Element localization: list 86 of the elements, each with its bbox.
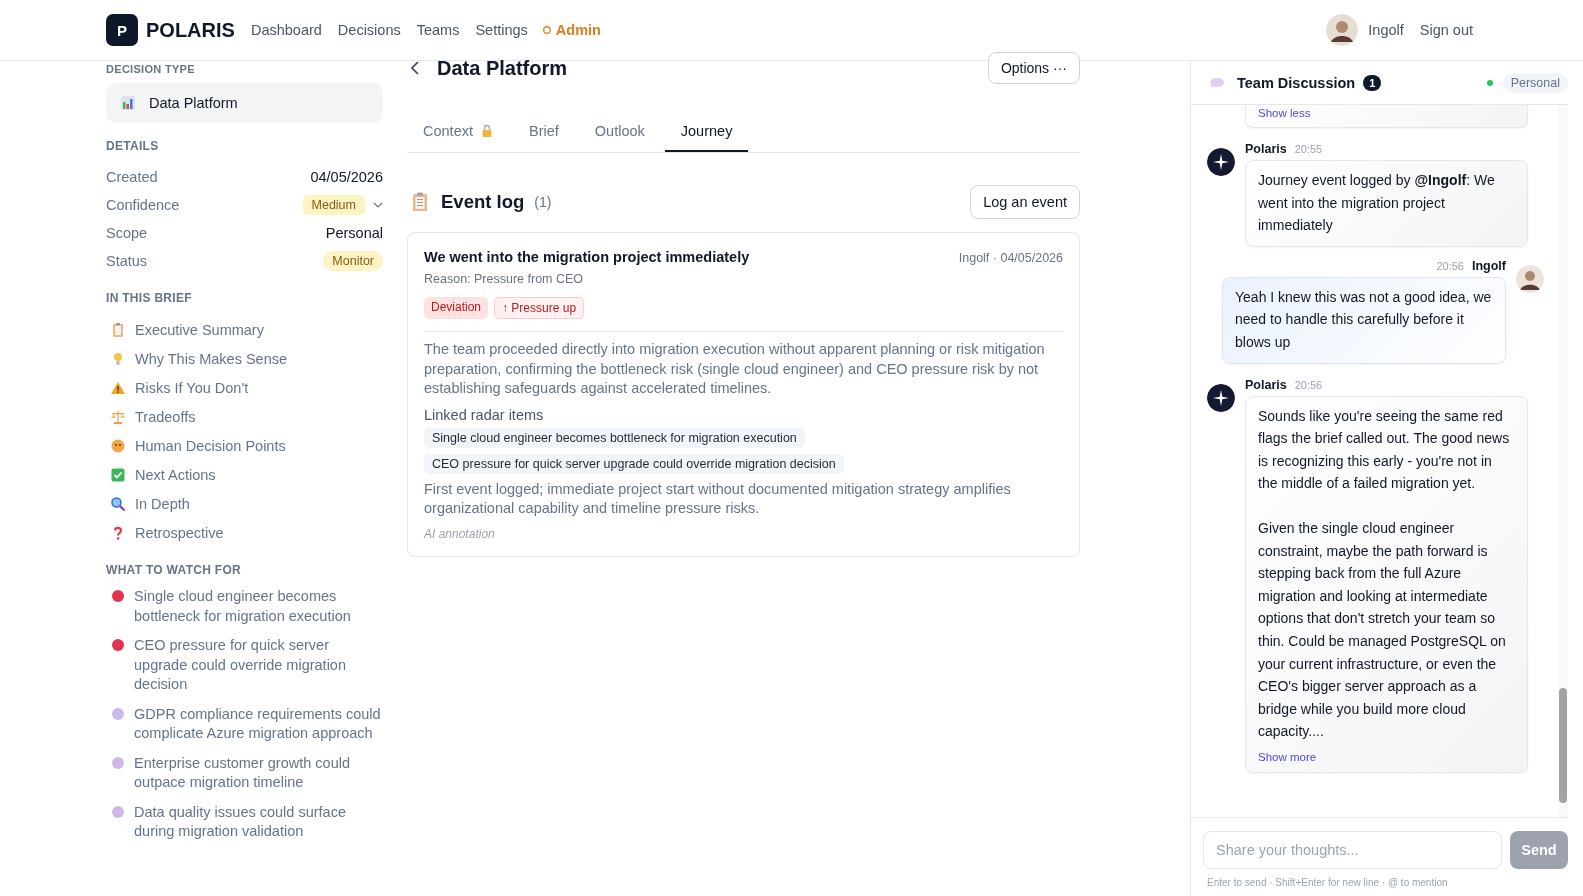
message-time: 20:55: [1294, 143, 1323, 155]
section-title: Event log: [441, 191, 525, 213]
speech-bubble-icon: [1209, 76, 1225, 89]
star-avatar-icon: [1207, 148, 1235, 176]
input-hint: Enter to send · Shift+Enter for new line · @ to mention: [1206, 876, 1449, 890]
detail-label: Scope: [106, 225, 148, 241]
detail-value: 04/05/2026: [310, 169, 383, 185]
show-less-link[interactable]: Show less: [1258, 107, 1515, 119]
nav-link[interactable]: Teams: [416, 22, 460, 38]
tab[interactable]: Context: [407, 113, 509, 152]
detail-label: Created: [106, 169, 158, 185]
chevron-left-icon: [411, 61, 419, 75]
event-meta: Ingolf · 04/05/2026: [958, 251, 1063, 265]
user-avatar-icon: [1326, 14, 1359, 46]
scope-badge: Personal: [1502, 72, 1568, 93]
event-note: First event logged; immediate project start without documented mitigation strategy amplifies organizational capability and timeline pressure risks.: [424, 479, 1012, 518]
face-icon: [110, 437, 126, 454]
nav-link[interactable]: Dashboard: [250, 22, 322, 38]
brief-nav-item[interactable]: Executive Summary: [106, 315, 383, 344]
tab[interactable]: Brief: [513, 113, 575, 152]
log-event-button[interactable]: Log an event: [970, 185, 1080, 219]
star-avatar-icon: [1207, 383, 1235, 412]
message-author: Polaris: [1245, 377, 1287, 392]
annotation-label: AI annotation: [424, 526, 496, 541]
tab[interactable]: Outlook: [578, 113, 661, 152]
page-title: Data Platform: [437, 56, 568, 80]
event-count: (1): [534, 194, 552, 210]
status-badge: Monitor: [323, 251, 383, 271]
message-author: Polaris: [1245, 142, 1287, 156]
message-text: Journey event logged by @Ingolf: We went into the migration project immediately: [1258, 171, 1496, 236]
detail-label: Confidence: [106, 197, 180, 213]
logo-mark: P: [106, 14, 138, 46]
sign-out-link[interactable]: Sign out: [1419, 22, 1473, 38]
message-author: Ingolf: [1472, 258, 1506, 273]
watch-item-text: Single cloud engineer becomes bottleneck for migration execution: [134, 587, 352, 626]
clipboard-icon: [411, 192, 429, 212]
scroll-bar[interactable]: [1558, 105, 1568, 817]
user-avatar-icon: [1516, 264, 1544, 293]
linked-radar-item[interactable]: CEO pressure for quick server upgrade could override migration decision: [424, 453, 844, 474]
event-title: We went into the migration project immediately: [424, 249, 750, 265]
user-name[interactable]: Ingolf: [1368, 22, 1404, 38]
brief-nav-item[interactable]: Retrospective: [106, 518, 383, 547]
check-box-icon: [110, 466, 126, 483]
detail-value: Personal: [325, 225, 383, 241]
message-text: Sounds like you're seeing the same red flags the brief called out. The good news is recognizing this early - you're not in the middle of a failed migration yet.: [1258, 406, 1511, 494]
tab[interactable]: Journey: [664, 113, 749, 152]
brief-nav-item[interactable]: In Depth: [106, 489, 383, 518]
section-heading: IN THIS BRIEF: [106, 291, 193, 305]
message-text: Yeah I knew this was not a good idea, we need to handle this carefully before it blows up: [1235, 287, 1493, 352]
linked-items-heading: Linked radar items: [424, 406, 545, 423]
watch-item-text: Data quality issues could surface during migration validation: [134, 802, 347, 841]
brief-nav-item[interactable]: Why This Makes Sense: [106, 344, 383, 373]
decision-type-card[interactable]: Data Platform: [106, 83, 383, 123]
bar-chart-icon: [120, 95, 136, 111]
linked-radar-item[interactable]: Single cloud engineer becomes bottleneck for migration execution: [424, 427, 805, 448]
watch-item-text: Enterprise customer growth could outpace migration timeline: [134, 753, 351, 792]
message-time: 20:56: [1294, 378, 1323, 391]
show-more-link[interactable]: Show more: [1258, 750, 1515, 763]
detail-label: Status: [106, 253, 148, 269]
nav-link[interactable]: Decisions: [337, 22, 401, 38]
magnifier-icon: [110, 495, 126, 512]
options-button[interactable]: Options ···: [987, 52, 1080, 84]
scales-icon: [110, 408, 126, 425]
clipboard-icon: [110, 321, 126, 338]
brief-nav-item[interactable]: Risks If You Don't: [106, 373, 383, 402]
brief-nav-item[interactable]: Human Decision Points: [106, 431, 383, 460]
section-heading: WHAT TO WATCH FOR: [106, 563, 243, 577]
event-reason: Reason: Pressure from CEO: [424, 272, 585, 286]
message-time: 20:56: [1436, 259, 1464, 272]
brief-nav-item[interactable]: Next Actions: [106, 460, 383, 489]
panel-title: Team Discussion: [1237, 74, 1356, 91]
event-summary: The team proceeded directly into migration execution without apparent planning or risk mitigation preparation, confirming the bottleneck risk (single cloud engineer) and CEO pressure risk by not establishing safeguards against accelerated timelines.: [424, 340, 1046, 398]
brief-nav-item[interactable]: Tradeoffs: [106, 402, 383, 431]
watch-item-text: GDPR compliance requirements could complicate Azure migration approach: [134, 704, 382, 743]
section-heading: DETAILS: [106, 139, 160, 153]
event-tag: Deviation: [424, 297, 489, 319]
nav-link[interactable]: Settings: [475, 22, 528, 38]
chevron-down-icon: [373, 202, 383, 208]
count-badge: 1: [1363, 74, 1382, 91]
confidence-select[interactable]: Medium: [302, 195, 365, 215]
message-input[interactable]: Share your thoughts...: [1203, 831, 1502, 869]
watch-item-text: CEO pressure for quick server upgrade could override migration decision: [134, 636, 347, 694]
brand-name: POLARIS: [146, 18, 235, 42]
section-heading: DECISION TYPE: [106, 63, 196, 75]
message-text: Given the single cloud engineer constraint, maybe the path forward is stepping back from the full Azure migration and looking at intermediate options that don't stretch your team so thin. Could be managed PostgreSQL on your current infrastructure, or even the CEO's bigger server approach as a bridge while you build more cloud capacity....: [1258, 518, 1507, 742]
event-tag: ↑ Pressure up: [494, 297, 585, 319]
